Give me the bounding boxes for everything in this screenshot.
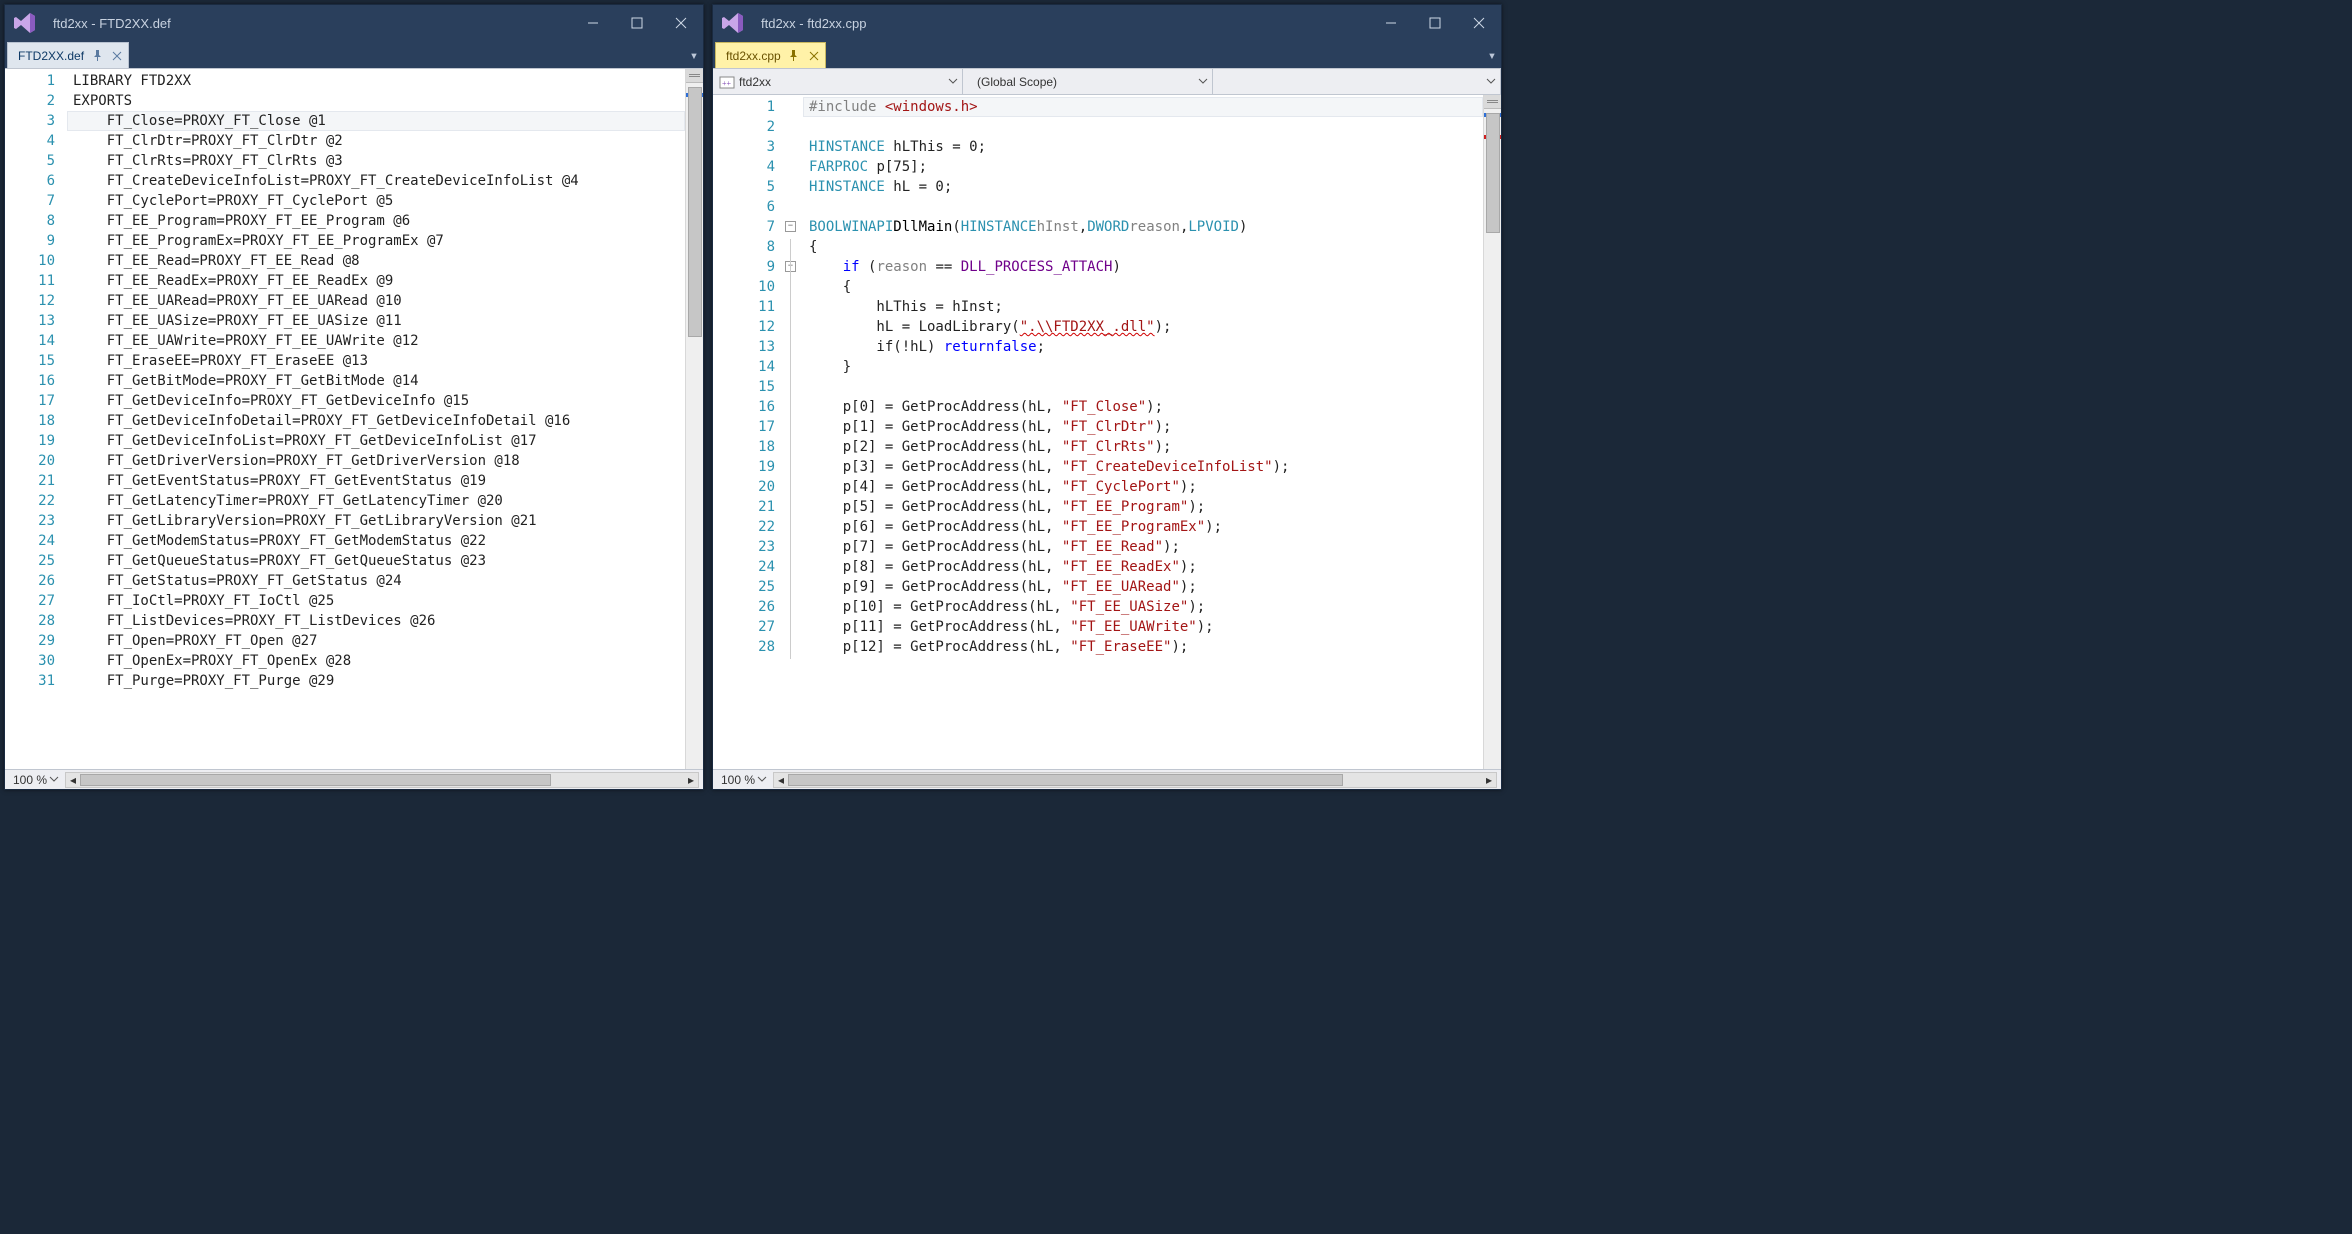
window-def: ftd2xx - FTD2XX.def FTD2XX.def ▾ 1234567… bbox=[4, 4, 704, 790]
zoom-dropdown[interactable]: 100 % bbox=[5, 773, 61, 787]
chevron-down-icon bbox=[49, 773, 59, 787]
cpp-project-icon: ++ bbox=[719, 74, 735, 90]
tab-label: ftd2xx.cpp bbox=[726, 49, 781, 63]
chevron-down-icon bbox=[1198, 75, 1208, 89]
horizontal-scrollbar[interactable]: ◂ ▸ bbox=[773, 772, 1497, 788]
split-handle-icon[interactable] bbox=[686, 69, 703, 83]
close-button[interactable] bbox=[1457, 8, 1501, 38]
window-cpp: ftd2xx - ftd2xx.cpp ftd2xx.cpp ▾ ++ ftd2… bbox=[712, 4, 1502, 790]
tab-label: FTD2XX.def bbox=[18, 49, 84, 63]
scroll-thumb[interactable] bbox=[688, 87, 702, 337]
nav-scope-dropdown[interactable]: (Global Scope) bbox=[963, 69, 1213, 94]
code-editor-cpp[interactable]: 1234567891011121314151617181920212223242… bbox=[713, 95, 1483, 769]
maximize-button[interactable] bbox=[1413, 8, 1457, 38]
code-editor-def[interactable]: 1234567891011121314151617181920212223242… bbox=[5, 69, 685, 769]
hscroll-thumb[interactable] bbox=[80, 774, 551, 786]
chevron-down-icon bbox=[757, 773, 767, 787]
vs-logo-icon bbox=[721, 11, 745, 35]
window-title: ftd2xx - FTD2XX.def bbox=[53, 16, 571, 31]
close-tab-icon[interactable] bbox=[110, 49, 124, 63]
horizontal-scrollbar[interactable]: ◂ ▸ bbox=[65, 772, 699, 788]
nav-scope-label: (Global Scope) bbox=[969, 75, 1057, 89]
nav-project-dropdown[interactable]: ++ ftd2xx bbox=[713, 69, 963, 94]
svg-text:++: ++ bbox=[722, 79, 732, 88]
pin-icon[interactable] bbox=[787, 49, 801, 63]
scroll-left-icon[interactable]: ◂ bbox=[66, 773, 80, 787]
split-handle-icon[interactable] bbox=[1484, 95, 1501, 109]
code-content[interactable]: LIBRARY FTD2XXEXPORTS FT_Close=PROXY_FT_… bbox=[63, 69, 685, 769]
hscroll-thumb[interactable] bbox=[788, 774, 1343, 786]
pin-icon[interactable] bbox=[90, 49, 104, 63]
minimize-button[interactable] bbox=[1369, 8, 1413, 38]
chevron-down-icon bbox=[1486, 75, 1496, 89]
line-gutter: 1234567891011121314151617181920212223242… bbox=[713, 95, 783, 769]
minimize-button[interactable] bbox=[571, 8, 615, 38]
zoom-value: 100 % bbox=[13, 773, 47, 787]
vs-logo-icon bbox=[13, 11, 37, 35]
scroll-left-icon[interactable]: ◂ bbox=[774, 773, 788, 787]
zoom-dropdown[interactable]: 100 % bbox=[713, 773, 769, 787]
close-button[interactable] bbox=[659, 8, 703, 38]
zoom-value: 100 % bbox=[721, 773, 755, 787]
vertical-scrollbar[interactable] bbox=[1483, 95, 1501, 769]
tab-row: ftd2xx.cpp ▾ bbox=[713, 41, 1501, 69]
titlebar[interactable]: ftd2xx - ftd2xx.cpp bbox=[713, 5, 1501, 41]
tab-overflow-icon[interactable]: ▾ bbox=[1483, 44, 1501, 68]
tab-ftd2xx-cpp[interactable]: ftd2xx.cpp bbox=[715, 42, 826, 68]
editor-bottom-bar: 100 % ◂ ▸ bbox=[5, 769, 703, 789]
tab-overflow-icon[interactable]: ▾ bbox=[685, 44, 703, 68]
tab-ftd2xx-def[interactable]: FTD2XX.def bbox=[7, 42, 129, 68]
scroll-right-icon[interactable]: ▸ bbox=[684, 773, 698, 787]
scroll-thumb[interactable] bbox=[1486, 113, 1500, 233]
nav-project-label: ftd2xx bbox=[739, 75, 771, 89]
code-content[interactable]: #include <windows.h>HINSTANCE hLThis = 0… bbox=[783, 95, 1483, 769]
window-title: ftd2xx - ftd2xx.cpp bbox=[761, 16, 1369, 31]
nav-member-dropdown[interactable] bbox=[1213, 69, 1501, 94]
maximize-button[interactable] bbox=[615, 8, 659, 38]
scroll-right-icon[interactable]: ▸ bbox=[1482, 773, 1496, 787]
navigation-bar: ++ ftd2xx (Global Scope) bbox=[713, 69, 1501, 95]
chevron-down-icon bbox=[948, 75, 958, 89]
close-tab-icon[interactable] bbox=[807, 49, 821, 63]
tab-row: FTD2XX.def ▾ bbox=[5, 41, 703, 69]
vertical-scrollbar[interactable] bbox=[685, 69, 703, 769]
line-gutter: 1234567891011121314151617181920212223242… bbox=[5, 69, 63, 769]
titlebar[interactable]: ftd2xx - FTD2XX.def bbox=[5, 5, 703, 41]
editor-bottom-bar: 100 % ◂ ▸ bbox=[713, 769, 1501, 789]
